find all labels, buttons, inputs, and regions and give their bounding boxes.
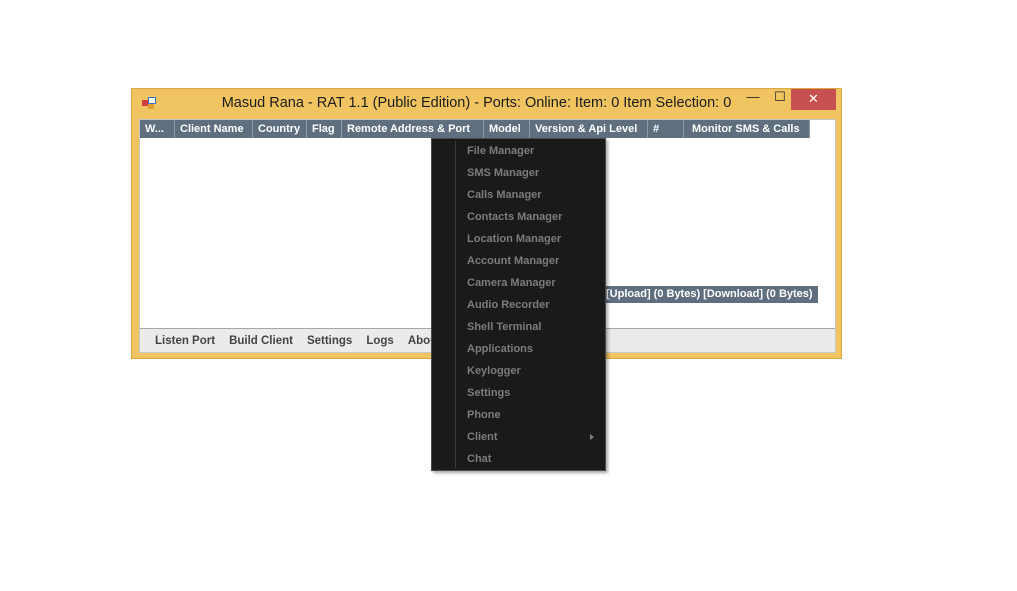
window-title: Masud Rana - RAT 1.1 (Public Edition) - … bbox=[221, 95, 732, 111]
transfer-status: [Upload] (0 Bytes) [Download] (0 Bytes) bbox=[601, 286, 818, 303]
listen-port-button[interactable]: Listen Port bbox=[155, 335, 215, 347]
menu-item-keylogger[interactable]: Keylogger bbox=[433, 360, 604, 382]
menu-item-shell-terminal[interactable]: Shell Terminal bbox=[433, 316, 604, 338]
settings-button[interactable]: Settings bbox=[307, 335, 352, 347]
menu-item-contacts-manager[interactable]: Contacts Manager bbox=[433, 206, 604, 228]
title-bar[interactable]: Masud Rana - RAT 1.1 (Public Edition) - … bbox=[132, 89, 841, 119]
menu-item-camera-manager[interactable]: Camera Manager bbox=[433, 272, 604, 294]
menu-item-location-manager[interactable]: Location Manager bbox=[433, 228, 604, 250]
menu-item-account-manager[interactable]: Account Manager bbox=[433, 250, 604, 272]
menu-item-client-label: Client bbox=[467, 431, 498, 443]
table-header: W... Client Name Country Flag Remote Add… bbox=[140, 120, 810, 138]
menu-item-phone[interactable]: Phone bbox=[433, 404, 604, 426]
column-header[interactable]: W... bbox=[140, 120, 175, 138]
column-header[interactable]: Flag bbox=[307, 120, 342, 138]
close-button[interactable]: ✕ bbox=[791, 89, 836, 110]
column-header[interactable]: # bbox=[648, 120, 684, 138]
menu-item-calls-manager[interactable]: Calls Manager bbox=[433, 184, 604, 206]
menu-item-applications[interactable]: Applications bbox=[433, 338, 604, 360]
menu-item-file-manager[interactable]: File Manager bbox=[433, 140, 604, 162]
build-client-button[interactable]: Build Client bbox=[229, 335, 293, 347]
submenu-arrow-icon bbox=[590, 434, 594, 440]
menu-item-settings[interactable]: Settings bbox=[433, 382, 604, 404]
column-header[interactable]: Version & Api Level bbox=[530, 120, 648, 138]
column-header[interactable]: Model bbox=[484, 120, 530, 138]
logs-button[interactable]: Logs bbox=[366, 335, 393, 347]
column-header[interactable]: Country bbox=[253, 120, 307, 138]
column-header[interactable]: Monitor SMS & Calls bbox=[684, 120, 810, 138]
column-header[interactable]: Client Name bbox=[175, 120, 253, 138]
minimize-button[interactable]: — bbox=[739, 89, 767, 110]
maximize-button[interactable]: ☐ bbox=[767, 89, 793, 110]
menu-item-client[interactable]: Client bbox=[433, 426, 604, 448]
menu-item-chat[interactable]: Chat bbox=[433, 448, 604, 470]
column-header[interactable]: Remote Address & Port bbox=[342, 120, 484, 138]
context-menu: File Manager SMS Manager Calls Manager C… bbox=[431, 138, 606, 471]
menu-item-sms-manager[interactable]: SMS Manager bbox=[433, 162, 604, 184]
menu-item-audio-recorder[interactable]: Audio Recorder bbox=[433, 294, 604, 316]
